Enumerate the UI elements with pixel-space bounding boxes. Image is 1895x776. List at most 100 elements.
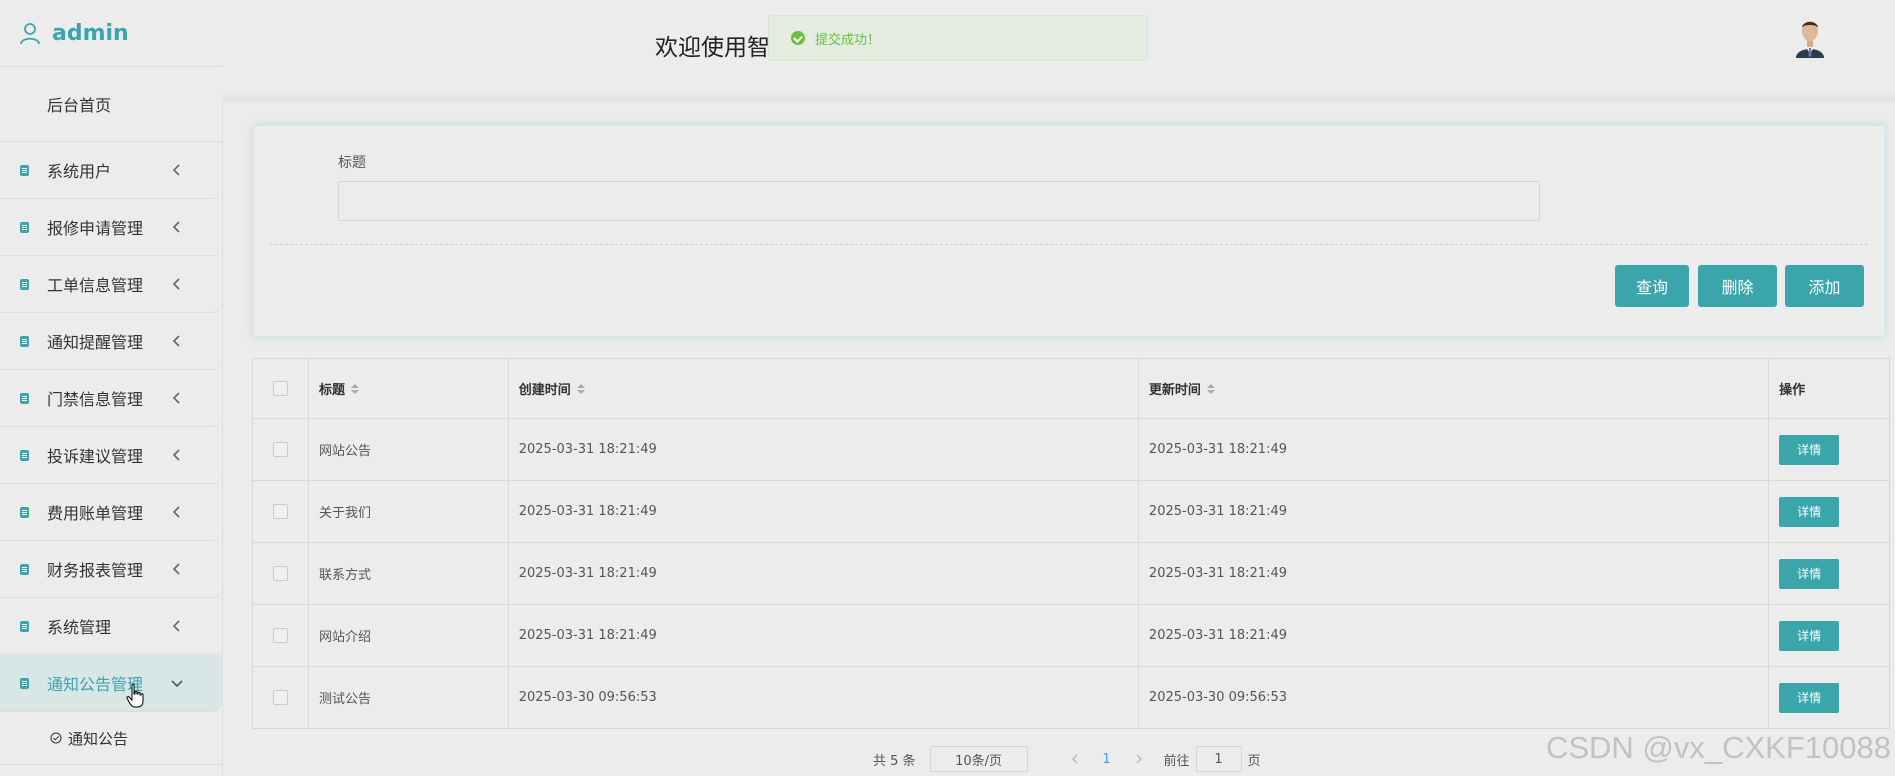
sort-icon[interactable] — [1206, 383, 1215, 394]
page-suffix: 页 — [1247, 753, 1261, 769]
page-size-select[interactable]: 10条/页 — [929, 746, 1028, 772]
sidebar-item-label: 系统管理 — [47, 618, 112, 637]
chevron-left-icon — [172, 278, 180, 290]
title-cell: 联系方式 — [309, 543, 509, 604]
detail-button[interactable]: 详情 — [1779, 496, 1840, 527]
chevron-left-icon — [172, 506, 180, 518]
actions-cell: 详情 — [1769, 667, 1889, 728]
actions-cell: 详情 — [1769, 605, 1889, 666]
chevron-down-icon — [171, 680, 183, 688]
table-header-row: 标题 创建时间 更新时间 操作 — [253, 359, 1889, 419]
title-cell: 测试公告 — [309, 667, 509, 728]
header-updated: 更新时间 — [1148, 383, 1201, 398]
prev-page-icon[interactable] — [1068, 752, 1082, 766]
doc-icon — [20, 563, 29, 575]
doc-icon — [20, 221, 29, 233]
sidebar-item-home[interactable]: 后台首页 — [0, 67, 222, 142]
user-icon — [20, 23, 40, 45]
sidebar-item-access-control[interactable]: 门禁信息管理 — [0, 370, 222, 427]
sidebar-item-label: 门禁信息管理 — [47, 390, 144, 409]
chevron-left-icon — [172, 335, 180, 347]
doc-icon — [20, 620, 29, 632]
header-title: 标题 — [318, 383, 345, 398]
sidebar-subitem-label: 通知公告 — [68, 729, 129, 748]
table-row: 测试公告 2025-03-30 09:56:53 2025-03-30 09:5… — [253, 667, 1889, 728]
detail-button[interactable]: 详情 — [1779, 620, 1840, 651]
check-circle-icon — [50, 732, 62, 744]
created-cell: 2025-03-30 09:56:53 — [509, 667, 1139, 728]
sidebar-item-system-management[interactable]: 系统管理 — [0, 598, 222, 655]
detail-button[interactable]: 详情 — [1779, 682, 1840, 713]
row-checkbox[interactable] — [272, 628, 288, 643]
chevron-left-icon — [172, 449, 180, 461]
success-check-icon — [791, 31, 805, 45]
doc-icon — [20, 677, 29, 689]
header-created-cell[interactable]: 创建时间 — [509, 359, 1139, 418]
row-checkbox[interactable] — [272, 566, 288, 581]
sidebar-item-label: 工单信息管理 — [47, 276, 144, 295]
doc-icon — [20, 335, 29, 347]
header-updated-cell[interactable]: 更新时间 — [1139, 359, 1770, 418]
updated-cell: 2025-03-31 18:21:49 — [1139, 605, 1770, 666]
select-cell — [253, 605, 309, 666]
header-title-cell[interactable]: 标题 — [309, 359, 509, 418]
sidebar-item-finance-reports[interactable]: 财务报表管理 — [0, 541, 222, 598]
table-row: 联系方式 2025-03-31 18:21:49 2025-03-31 18:2… — [253, 543, 1889, 605]
updated-cell: 2025-03-31 18:21:49 — [1139, 419, 1770, 480]
table-row: 网站公告 2025-03-31 18:21:49 2025-03-31 18:2… — [253, 419, 1889, 481]
query-button[interactable]: 查询 — [1615, 265, 1689, 307]
current-page[interactable]: 1 — [1100, 752, 1114, 767]
doc-icon — [20, 506, 29, 518]
title-cell: 网站公告 — [309, 419, 509, 480]
select-cell — [253, 481, 309, 542]
next-page-icon[interactable] — [1132, 752, 1146, 766]
table-row: 网站介绍 2025-03-31 18:21:49 2025-03-31 18:2… — [253, 605, 1889, 667]
sidebar-item-billing[interactable]: 费用账单管理 — [0, 484, 222, 541]
header-select-cell — [253, 359, 309, 418]
chevron-left-icon — [172, 221, 180, 233]
sidebar-item-label: 系统用户 — [47, 162, 112, 181]
sort-icon[interactable] — [350, 383, 359, 394]
select-all-checkbox[interactable] — [272, 381, 288, 396]
detail-button[interactable]: 详情 — [1779, 434, 1840, 465]
sort-icon[interactable] — [576, 383, 585, 394]
sidebar-item-system-users[interactable]: 系统用户 — [0, 142, 222, 199]
sidebar-item-label: 财务报表管理 — [47, 561, 144, 580]
row-checkbox[interactable] — [272, 442, 288, 457]
select-cell — [253, 419, 309, 480]
sidebar-item-work-orders[interactable]: 工单信息管理 — [0, 256, 222, 313]
sidebar-item-repair-requests[interactable]: 报修申请管理 — [0, 199, 222, 256]
title-field-label: 标题 — [338, 155, 366, 171]
top-bar: 欢迎使用智 提交成功！ — [222, 0, 1895, 102]
doc-icon — [20, 449, 29, 461]
sidebar-item-complaints[interactable]: 投诉建议管理 — [0, 427, 222, 484]
sidebar-item-announcements[interactable]: 通知公告管理 — [0, 655, 222, 712]
divider — [270, 244, 1868, 245]
sidebar: admin 后台首页 系统用户 报修申请管理 工单信息管理 通知提醒管理 门禁信… — [0, 0, 223, 776]
updated-cell: 2025-03-31 18:21:49 — [1139, 543, 1770, 604]
hand-cursor-icon — [126, 683, 144, 708]
sidebar-item-label: 费用账单管理 — [47, 504, 144, 523]
actions-cell: 详情 — [1769, 543, 1889, 604]
admin-username: admin — [52, 20, 129, 46]
row-checkbox[interactable] — [272, 504, 288, 519]
actions-cell: 详情 — [1769, 419, 1889, 480]
goto-page-input[interactable]: 1 — [1195, 746, 1242, 772]
avatar[interactable] — [1790, 14, 1830, 58]
created-cell: 2025-03-31 18:21:49 — [509, 605, 1139, 666]
created-cell: 2025-03-31 18:21:49 — [509, 419, 1139, 480]
goto-label: 前往 — [1163, 753, 1190, 769]
watermark: CSDN @vx_CXKF10088 — [1545, 730, 1891, 765]
sidebar-brand: admin — [0, 0, 222, 67]
sidebar-subitem-announcement[interactable]: 通知公告 — [0, 712, 222, 765]
sidebar-item-label: 报修申请管理 — [47, 219, 144, 238]
row-checkbox[interactable] — [272, 690, 288, 705]
updated-cell: 2025-03-31 18:21:49 — [1139, 481, 1770, 542]
header-actions: 操作 — [1779, 383, 1806, 398]
title-search-input[interactable] — [338, 181, 1540, 221]
select-cell — [253, 543, 309, 604]
add-button[interactable]: 添加 — [1785, 265, 1864, 307]
sidebar-item-notifications[interactable]: 通知提醒管理 — [0, 313, 222, 370]
delete-button[interactable]: 删除 — [1698, 265, 1777, 307]
detail-button[interactable]: 详情 — [1779, 558, 1840, 589]
